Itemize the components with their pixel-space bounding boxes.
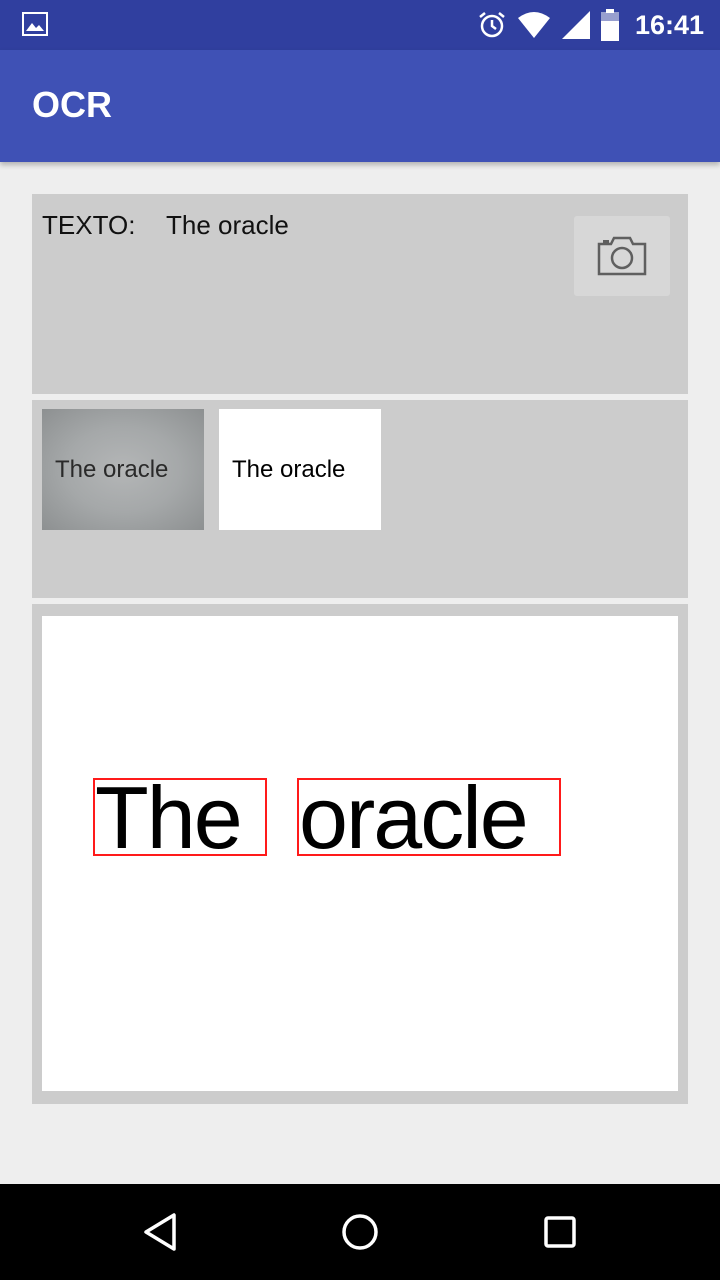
camera-button[interactable] (574, 216, 670, 296)
detection-result-image: The oracle (42, 616, 678, 1091)
original-image-thumbnail[interactable]: The oracle (42, 409, 204, 530)
alarm-icon (479, 12, 505, 38)
battery-icon (600, 9, 619, 41)
word-the: The (95, 778, 243, 856)
app-bar: OCR (0, 50, 720, 162)
processed-image-thumbnail[interactable]: The oracle (219, 409, 381, 530)
word-box-the: The (93, 778, 267, 856)
clock: 16:41 (634, 9, 704, 40)
texto-label: TEXTO: (42, 210, 136, 240)
recognized-text-panel: TEXTO: The oracle (32, 194, 688, 394)
camera-icon (597, 236, 647, 276)
detection-result-panel: The oracle (32, 604, 688, 1104)
home-icon[interactable] (338, 1210, 382, 1254)
wifi-icon (517, 12, 550, 38)
recents-icon[interactable] (538, 1210, 582, 1254)
gallery-icon (22, 12, 48, 36)
recognized-text-value: The oracle (166, 210, 289, 240)
thumbnails-panel: The oracle The oracle (32, 400, 688, 598)
signal-icon (561, 11, 590, 39)
word-box-oracle: oracle (297, 778, 561, 856)
app-title: OCR (32, 84, 112, 125)
word-oracle: oracle (299, 778, 529, 856)
processed-thumbnail-text: The oracle (232, 455, 346, 483)
original-thumbnail-text: The oracle (55, 455, 169, 483)
status-bar: 16:41 (0, 0, 720, 50)
back-icon[interactable] (138, 1210, 182, 1254)
navigation-bar (0, 1184, 720, 1280)
